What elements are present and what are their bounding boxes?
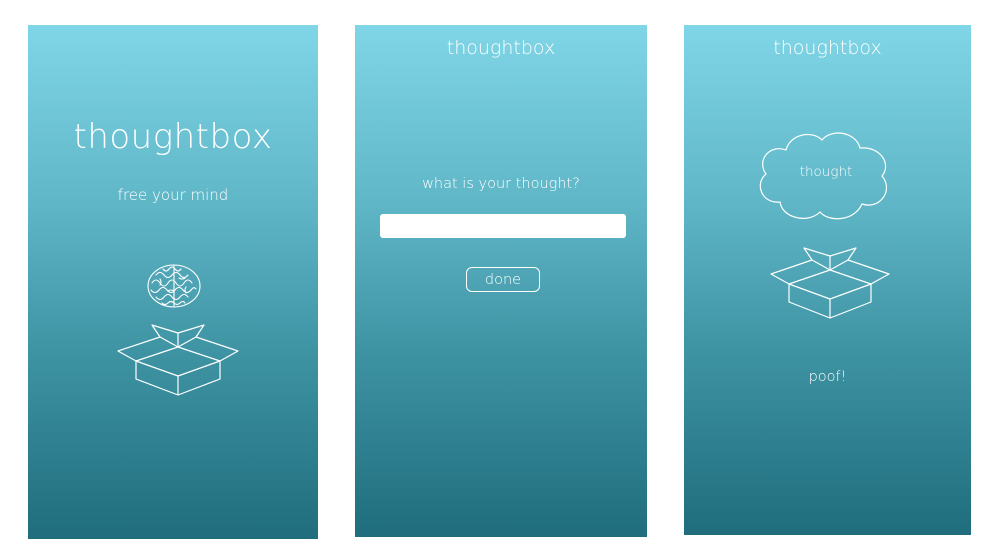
result-screen: thoughtbox thought poof!	[684, 25, 971, 535]
thought-prompt: what is your thought?	[422, 176, 580, 192]
open-box-icon	[770, 247, 890, 319]
app-title: thoughtbox	[73, 117, 273, 157]
header-title: thoughtbox	[446, 37, 556, 59]
tagline: free your mind	[117, 186, 229, 204]
thought-cloud: thought	[756, 128, 896, 224]
app-mockup-canvas: thoughtbox free your mind thoughtbox wha…	[0, 0, 1000, 558]
splash-screen: thoughtbox free your mind	[28, 25, 318, 539]
status-text: poof!	[808, 369, 847, 385]
done-button[interactable]: done	[466, 267, 540, 292]
header-title: thoughtbox	[773, 37, 882, 59]
cloud-label: thought	[799, 164, 853, 180]
brain-icon	[147, 264, 201, 308]
thought-input[interactable]	[380, 214, 626, 238]
input-screen: thoughtbox what is your thought? done	[355, 25, 647, 537]
open-box-icon	[117, 324, 239, 396]
